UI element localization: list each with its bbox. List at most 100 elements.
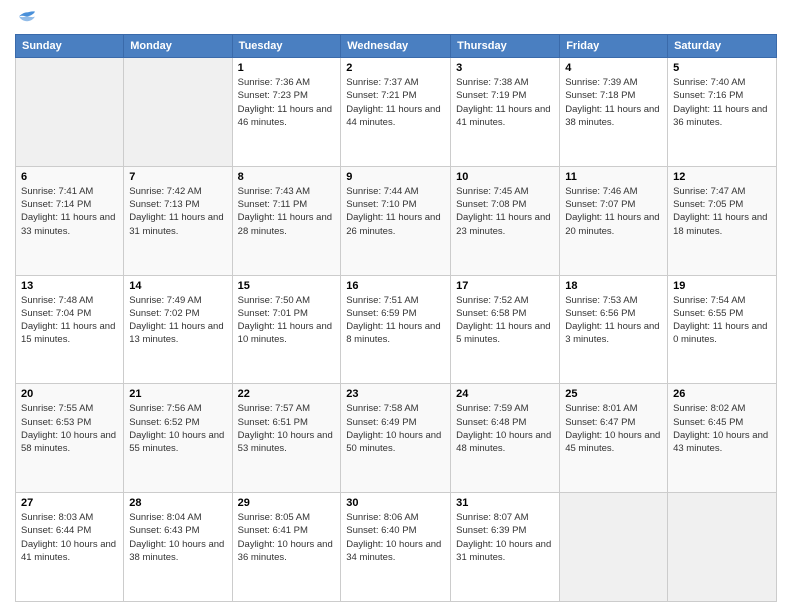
day-number: 2 bbox=[346, 62, 445, 74]
page: SundayMondayTuesdayWednesdayThursdayFrid… bbox=[0, 0, 792, 612]
day-number: 3 bbox=[456, 62, 554, 74]
day-info: Sunrise: 7:55 AMSunset: 6:53 PMDaylight:… bbox=[21, 402, 118, 455]
header bbox=[15, 10, 777, 26]
day-number: 1 bbox=[238, 62, 336, 74]
day-info: Sunrise: 7:51 AMSunset: 6:59 PMDaylight:… bbox=[346, 294, 445, 347]
day-number: 8 bbox=[238, 171, 336, 183]
day-number: 29 bbox=[238, 497, 336, 509]
logo-text bbox=[15, 10, 37, 26]
calendar-weekday-thursday: Thursday bbox=[451, 35, 560, 58]
day-info: Sunrise: 7:45 AMSunset: 7:08 PMDaylight:… bbox=[456, 185, 554, 238]
calendar-cell: 3 Sunrise: 7:38 AMSunset: 7:19 PMDaylight… bbox=[451, 58, 560, 167]
day-number: 19 bbox=[673, 280, 771, 292]
day-number: 20 bbox=[21, 388, 118, 400]
day-number: 21 bbox=[129, 388, 226, 400]
calendar-cell: 24Sunrise: 7:59 AMSunset: 6:48 PMDayligh… bbox=[451, 384, 560, 493]
calendar-cell: 18 Sunrise: 7:53 AMSunset: 6:56 PMDayligh… bbox=[560, 275, 668, 384]
day-info: Sunrise: 7:57 AMSunset: 6:51 PMDaylight:… bbox=[238, 402, 336, 455]
day-number: 17 bbox=[456, 280, 554, 292]
calendar-cell: 22 Sunrise: 7:57 AMSunset: 6:51 PMDayligh… bbox=[232, 384, 341, 493]
day-info: Sunrise: 8:04 AMSunset: 6:43 PMDaylight:… bbox=[129, 511, 226, 564]
day-number: 10 bbox=[456, 171, 554, 183]
day-info: Sunrise: 7:59 AMSunset: 6:48 PMDaylight:… bbox=[456, 402, 554, 455]
day-number: 13 bbox=[21, 280, 118, 292]
calendar-cell bbox=[124, 58, 232, 167]
day-info: Sunrise: 7:39 AMSunset: 7:18 PMDaylight:… bbox=[565, 76, 662, 129]
day-info: Sunrise: 7:48 AMSunset: 7:04 PMDaylight:… bbox=[21, 294, 118, 347]
calendar-cell: 21 Sunrise: 7:56 AMSunset: 6:52 PMDayligh… bbox=[124, 384, 232, 493]
calendar-cell: 19Sunrise: 7:54 AMSunset: 6:55 PMDayligh… bbox=[668, 275, 777, 384]
calendar-cell: 23 Sunrise: 7:58 AMSunset: 6:49 PMDayligh… bbox=[341, 384, 451, 493]
day-number: 6 bbox=[21, 171, 118, 183]
day-number: 7 bbox=[129, 171, 226, 183]
calendar-cell: 17Sunrise: 7:52 AMSunset: 6:58 PMDayligh… bbox=[451, 275, 560, 384]
calendar-cell: 28 Sunrise: 8:04 AMSunset: 6:43 PMDayligh… bbox=[124, 493, 232, 602]
day-info: Sunrise: 8:05 AMSunset: 6:41 PMDaylight:… bbox=[238, 511, 336, 564]
day-info: Sunrise: 7:40 AMSunset: 7:16 PMDaylight:… bbox=[673, 76, 771, 129]
calendar-weekday-friday: Friday bbox=[560, 35, 668, 58]
day-number: 28 bbox=[129, 497, 226, 509]
calendar-weekday-saturday: Saturday bbox=[668, 35, 777, 58]
calendar-cell: 25 Sunrise: 8:01 AMSunset: 6:47 PMDayligh… bbox=[560, 384, 668, 493]
day-info: Sunrise: 7:36 AMSunset: 7:23 PMDaylight:… bbox=[238, 76, 336, 129]
calendar-cell bbox=[668, 493, 777, 602]
day-number: 9 bbox=[346, 171, 445, 183]
calendar-cell: 29 Sunrise: 8:05 AMSunset: 6:41 PMDayligh… bbox=[232, 493, 341, 602]
day-info: Sunrise: 7:43 AMSunset: 7:11 PMDaylight:… bbox=[238, 185, 336, 238]
day-number: 4 bbox=[565, 62, 662, 74]
day-number: 22 bbox=[238, 388, 336, 400]
day-info: Sunrise: 7:42 AMSunset: 7:13 PMDaylight:… bbox=[129, 185, 226, 238]
day-number: 27 bbox=[21, 497, 118, 509]
day-info: Sunrise: 7:50 AMSunset: 7:01 PMDaylight:… bbox=[238, 294, 336, 347]
day-info: Sunrise: 8:06 AMSunset: 6:40 PMDaylight:… bbox=[346, 511, 445, 564]
calendar-weekday-tuesday: Tuesday bbox=[232, 35, 341, 58]
calendar-cell bbox=[16, 58, 124, 167]
calendar-cell: 7 Sunrise: 7:42 AMSunset: 7:13 PMDaylight… bbox=[124, 166, 232, 275]
calendar-week-3: 13 Sunrise: 7:48 AMSunset: 7:04 PMDayligh… bbox=[16, 275, 777, 384]
day-info: Sunrise: 7:49 AMSunset: 7:02 PMDaylight:… bbox=[129, 294, 226, 347]
day-info: Sunrise: 8:02 AMSunset: 6:45 PMDaylight:… bbox=[673, 402, 771, 455]
day-info: Sunrise: 7:38 AMSunset: 7:19 PMDaylight:… bbox=[456, 76, 554, 129]
calendar-cell: 2 Sunrise: 7:37 AMSunset: 7:21 PMDaylight… bbox=[341, 58, 451, 167]
day-info: Sunrise: 7:44 AMSunset: 7:10 PMDaylight:… bbox=[346, 185, 445, 238]
day-info: Sunrise: 7:47 AMSunset: 7:05 PMDaylight:… bbox=[673, 185, 771, 238]
day-info: Sunrise: 7:58 AMSunset: 6:49 PMDaylight:… bbox=[346, 402, 445, 455]
calendar-cell: 27Sunrise: 8:03 AMSunset: 6:44 PMDayligh… bbox=[16, 493, 124, 602]
day-info: Sunrise: 8:01 AMSunset: 6:47 PMDaylight:… bbox=[565, 402, 662, 455]
day-number: 30 bbox=[346, 497, 445, 509]
calendar-weekday-monday: Monday bbox=[124, 35, 232, 58]
calendar-table: SundayMondayTuesdayWednesdayThursdayFrid… bbox=[15, 34, 777, 602]
day-number: 12 bbox=[673, 171, 771, 183]
day-number: 23 bbox=[346, 388, 445, 400]
calendar-cell bbox=[560, 493, 668, 602]
calendar-cell: 26Sunrise: 8:02 AMSunset: 6:45 PMDayligh… bbox=[668, 384, 777, 493]
calendar-week-1: 1 Sunrise: 7:36 AMSunset: 7:23 PMDaylight… bbox=[16, 58, 777, 167]
calendar-cell: 11Sunrise: 7:46 AMSunset: 7:07 PMDayligh… bbox=[560, 166, 668, 275]
logo bbox=[15, 10, 37, 26]
calendar-cell: 8 Sunrise: 7:43 AMSunset: 7:11 PMDaylight… bbox=[232, 166, 341, 275]
calendar-cell: 4 Sunrise: 7:39 AMSunset: 7:18 PMDaylight… bbox=[560, 58, 668, 167]
day-info: Sunrise: 7:37 AMSunset: 7:21 PMDaylight:… bbox=[346, 76, 445, 129]
day-info: Sunrise: 8:07 AMSunset: 6:39 PMDaylight:… bbox=[456, 511, 554, 564]
day-number: 31 bbox=[456, 497, 554, 509]
calendar-cell: 31 Sunrise: 8:07 AMSunset: 6:39 PMDayligh… bbox=[451, 493, 560, 602]
day-number: 15 bbox=[238, 280, 336, 292]
day-number: 5 bbox=[673, 62, 771, 74]
day-info: Sunrise: 7:56 AMSunset: 6:52 PMDaylight:… bbox=[129, 402, 226, 455]
calendar-cell: 9 Sunrise: 7:44 AMSunset: 7:10 PMDaylight… bbox=[341, 166, 451, 275]
day-info: Sunrise: 7:53 AMSunset: 6:56 PMDaylight:… bbox=[565, 294, 662, 347]
day-number: 18 bbox=[565, 280, 662, 292]
logo-bird-icon bbox=[17, 10, 37, 26]
calendar-cell: 13 Sunrise: 7:48 AMSunset: 7:04 PMDayligh… bbox=[16, 275, 124, 384]
day-number: 14 bbox=[129, 280, 226, 292]
day-number: 11 bbox=[565, 171, 662, 183]
day-number: 16 bbox=[346, 280, 445, 292]
day-number: 25 bbox=[565, 388, 662, 400]
calendar-cell: 6 Sunrise: 7:41 AMSunset: 7:14 PMDaylight… bbox=[16, 166, 124, 275]
calendar-weekday-sunday: Sunday bbox=[16, 35, 124, 58]
calendar-week-2: 6 Sunrise: 7:41 AMSunset: 7:14 PMDaylight… bbox=[16, 166, 777, 275]
calendar-cell: 16 Sunrise: 7:51 AMSunset: 6:59 PMDayligh… bbox=[341, 275, 451, 384]
calendar-cell: 10 Sunrise: 7:45 AMSunset: 7:08 PMDayligh… bbox=[451, 166, 560, 275]
calendar-week-5: 27Sunrise: 8:03 AMSunset: 6:44 PMDayligh… bbox=[16, 493, 777, 602]
day-info: Sunrise: 7:41 AMSunset: 7:14 PMDaylight:… bbox=[21, 185, 118, 238]
